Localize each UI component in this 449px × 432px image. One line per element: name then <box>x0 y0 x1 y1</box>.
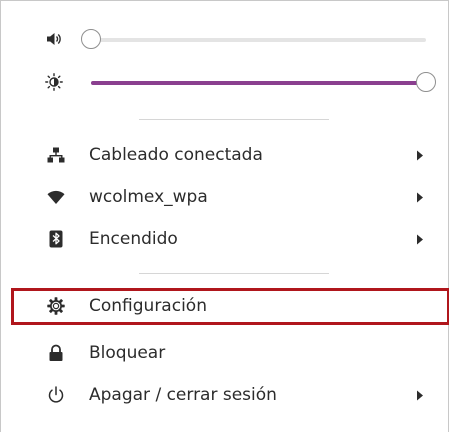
wifi-icon <box>47 190 65 204</box>
brightness-slider-handle[interactable] <box>416 72 436 92</box>
submenu-arrow-icon <box>417 150 423 161</box>
brightness-slider-row <box>1 67 449 97</box>
volume-slider-row <box>1 24 449 54</box>
brightness-icon <box>45 73 63 91</box>
system-menu-panel: Cableado conectada wcolmex_wpa Encendido <box>0 0 449 432</box>
submenu-arrow-icon <box>417 390 423 401</box>
menu-item-power-off[interactable]: Apagar / cerrar sesión <box>11 377 449 414</box>
volume-slider-handle[interactable] <box>81 29 101 49</box>
lock-icon <box>49 344 63 361</box>
speaker-volume-icon <box>47 33 61 45</box>
submenu-arrow-icon <box>417 192 423 203</box>
menu-item-label: Configuración <box>89 296 207 316</box>
menu-item-label: Apagar / cerrar sesión <box>89 385 277 405</box>
volume-slider[interactable] <box>81 29 426 49</box>
menu-item-label: Cableado conectada <box>89 145 263 165</box>
menu-item-wired[interactable]: Cableado conectada <box>11 137 449 174</box>
brightness-slider-fill <box>91 81 426 85</box>
menu-item-settings[interactable]: Configuración <box>11 288 449 325</box>
submenu-arrow-icon <box>417 234 423 245</box>
power-icon <box>48 386 64 403</box>
menu-item-label: wcolmex_wpa <box>89 187 208 207</box>
menu-item-wifi[interactable]: wcolmex_wpa <box>11 179 449 216</box>
gear-icon <box>47 297 65 315</box>
bluetooth-icon <box>49 230 63 248</box>
separator <box>139 119 329 120</box>
menu-item-lock[interactable]: Bloquear <box>11 335 449 372</box>
wired-network-icon <box>47 147 65 163</box>
brightness-slider[interactable] <box>91 72 436 92</box>
menu-item-label: Encendido <box>89 229 178 249</box>
separator <box>139 273 329 274</box>
menu-item-label: Bloquear <box>89 343 166 363</box>
menu-item-bluetooth[interactable]: Encendido <box>11 221 449 258</box>
